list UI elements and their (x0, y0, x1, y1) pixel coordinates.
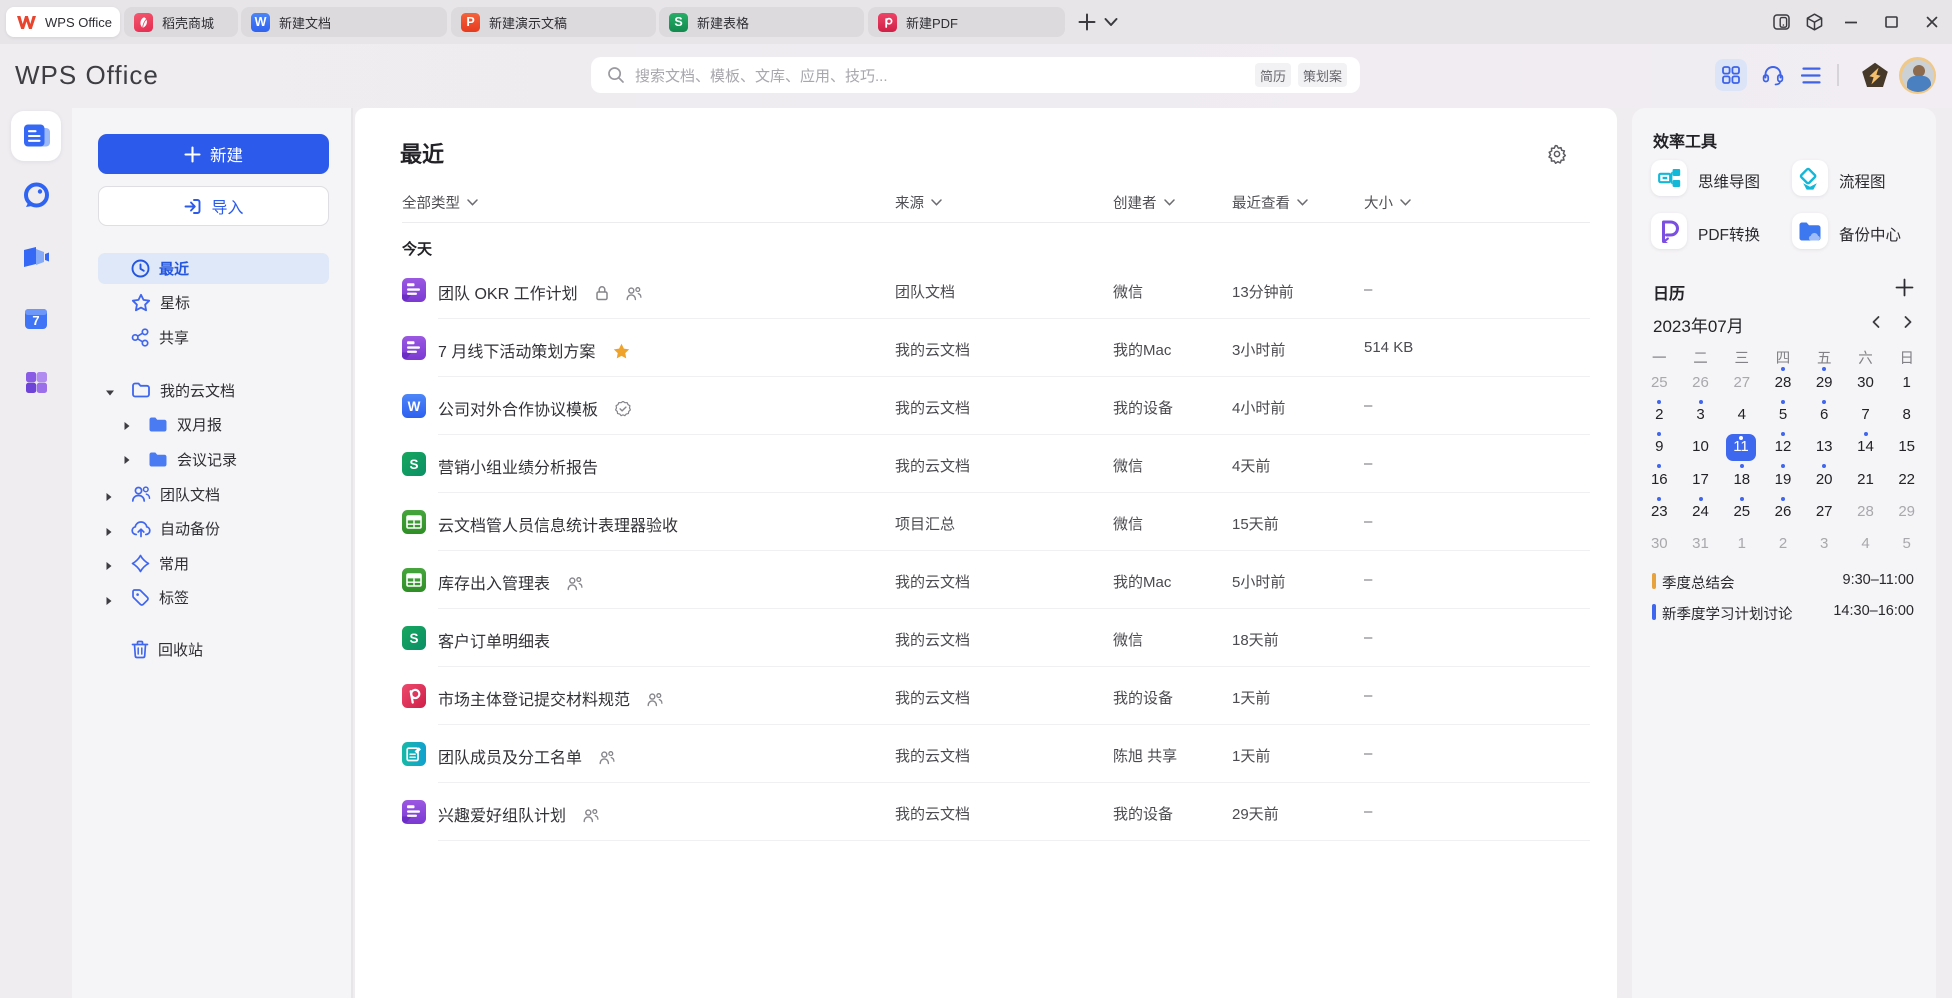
svg-text:S: S (409, 457, 418, 472)
svg-text:7: 7 (32, 313, 39, 328)
svg-text:W: W (408, 399, 421, 414)
svg-text:S: S (409, 631, 418, 646)
